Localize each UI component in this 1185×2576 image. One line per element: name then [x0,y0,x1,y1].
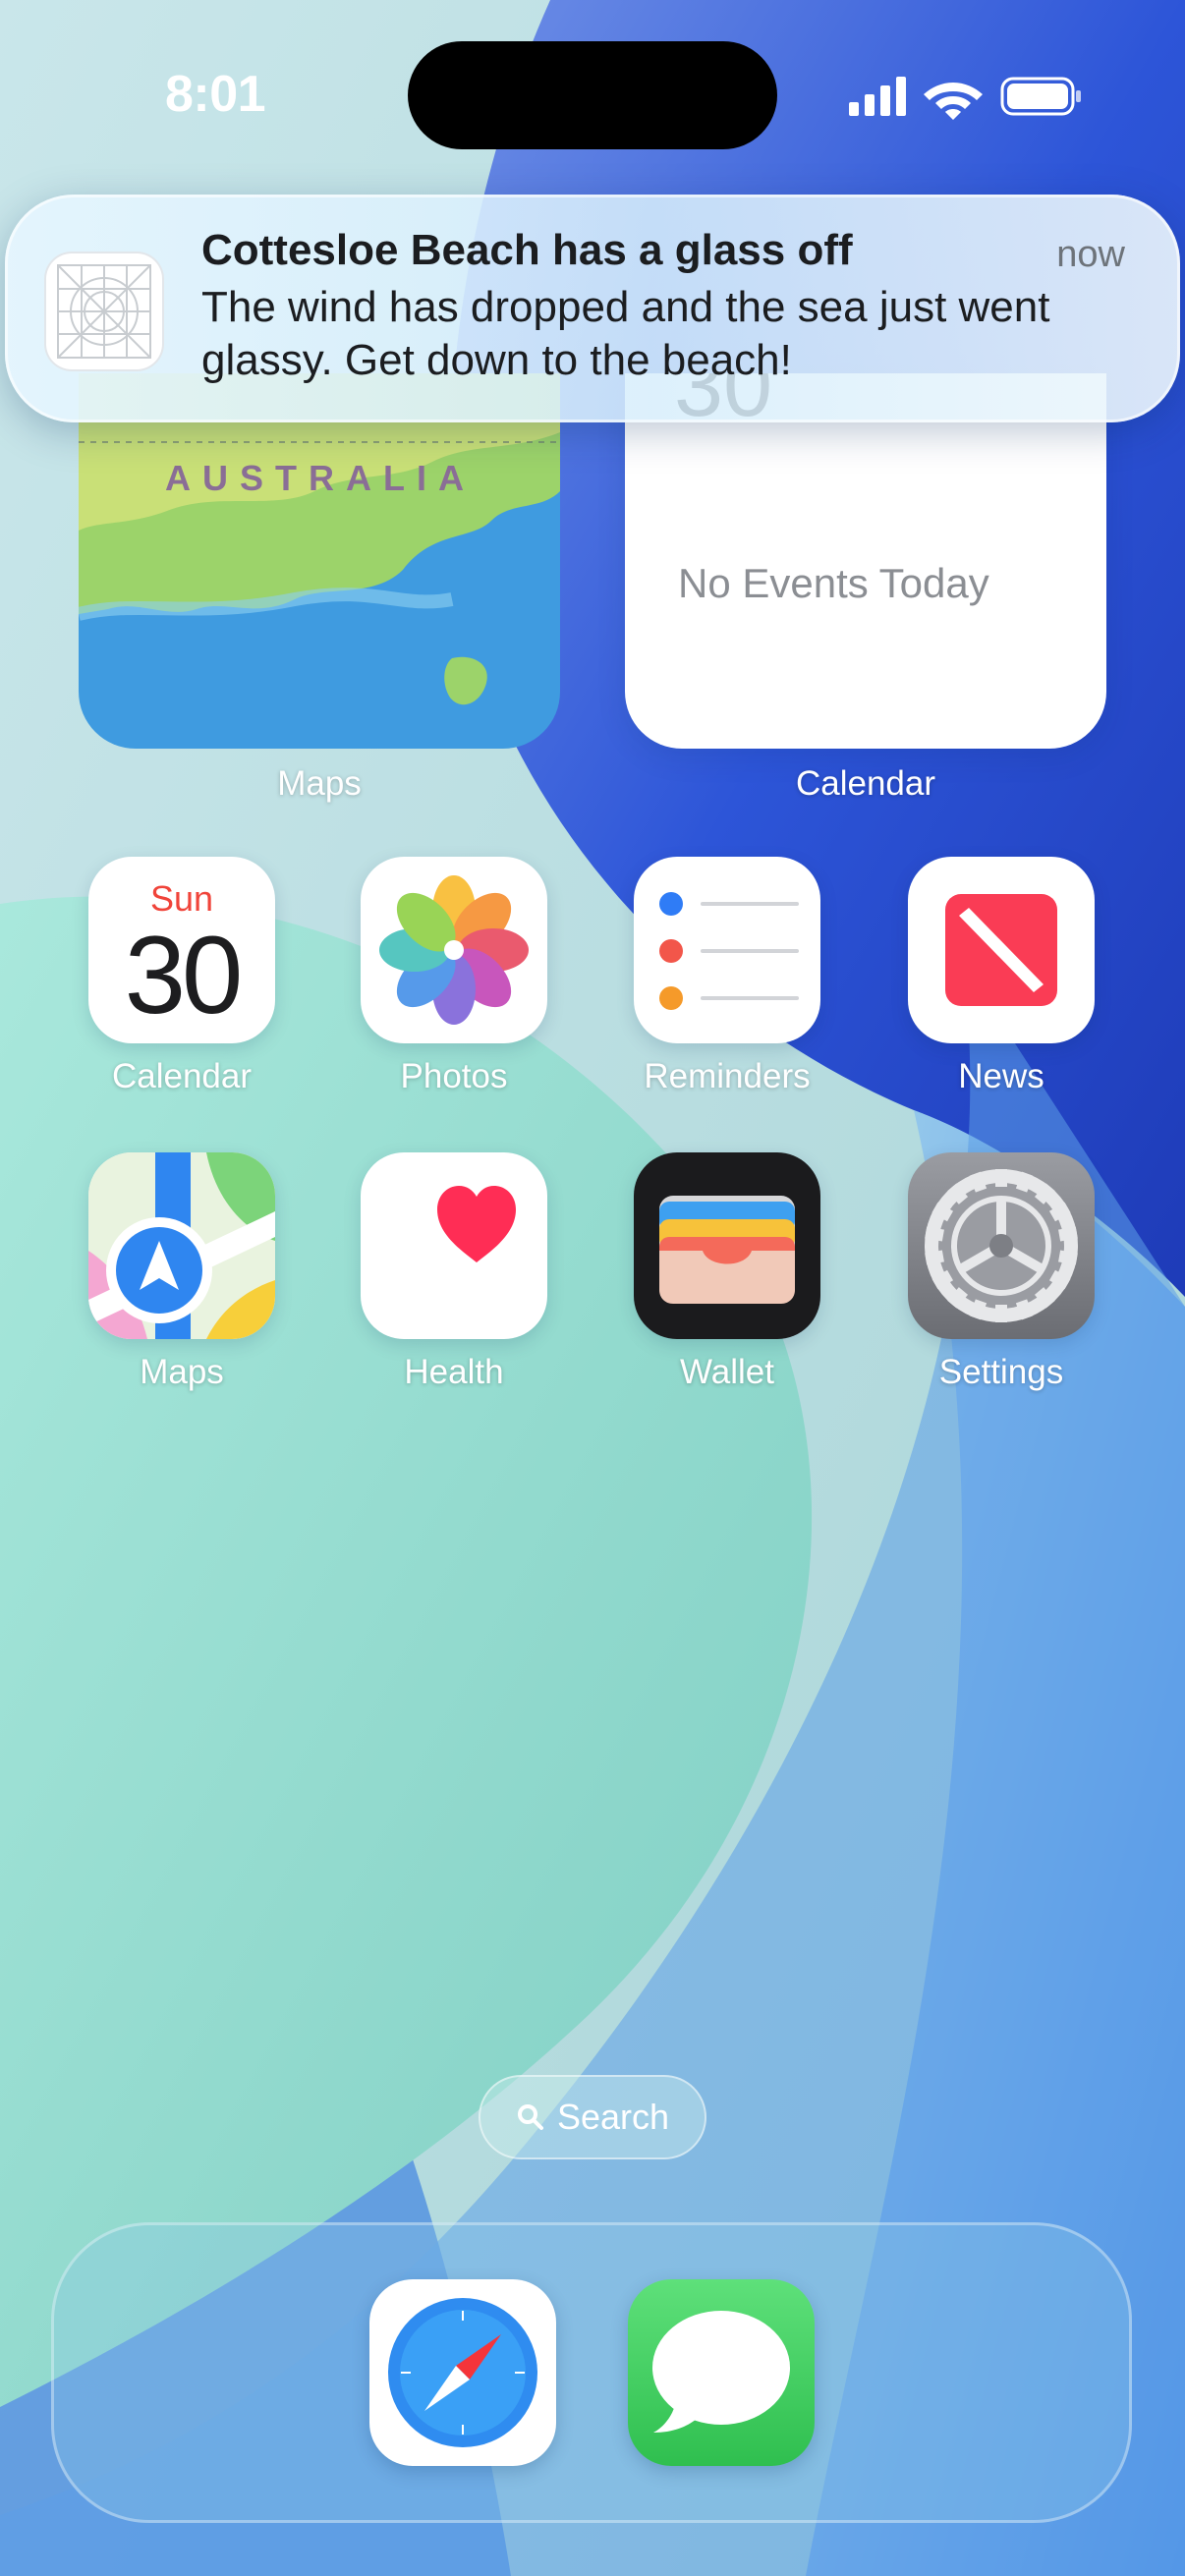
wallet-icon [634,1152,820,1339]
notification-body: The wind has dropped and the sea just we… [201,283,1050,384]
australia-map [79,373,560,749]
app-settings[interactable]: Settings [908,1152,1095,1392]
search-label: Search [556,2097,670,2137]
battery-icon [1000,77,1081,116]
app-photos[interactable]: Photos [361,857,547,1096]
calendar-widget-label: Calendar [795,764,936,803]
app-label-wallet: Wallet [680,1353,774,1391]
app-placeholder-icon [46,253,162,369]
app-label-news: News [958,1057,1044,1095]
notification-banner[interactable]: Cottesloe Beach has a glass off now The … [5,195,1180,422]
app-wallet[interactable]: Wallet [634,1152,820,1392]
map-country-label: AUSTRALIA [165,458,476,498]
status-icons [849,77,1081,120]
app-label-reminders: Reminders [644,1057,811,1095]
health-icon [361,1152,547,1339]
app-label-photos: Photos [400,1057,508,1095]
settings-gear-icon [908,1152,1095,1339]
safari-icon[interactable] [369,2279,556,2466]
app-news[interactable]: News [908,857,1095,1096]
maps-widget-label: Maps [277,764,362,803]
search-button[interactable]: Search [479,2075,706,2159]
news-icon [908,857,1095,1043]
dynamic-island [408,41,777,149]
status-time: 8:01 [165,66,266,123]
maps-widget[interactable]: AUSTRALIA [79,373,560,749]
wifi-icon [924,83,983,120]
calendar-widget[interactable]: 30 No Events Today [625,373,1106,749]
reminders-icon [634,857,820,1043]
search-icon [517,2104,543,2130]
dock [51,2222,1132,2523]
app-calendar[interactable]: Sun 30 Calendar [88,857,275,1096]
app-maps[interactable]: Maps [88,1152,275,1392]
app-label-settings: Settings [938,1353,1064,1391]
app-label-calendar: Calendar [111,1057,253,1095]
app-reminders[interactable]: Reminders [634,857,820,1096]
maps-icon [88,1152,275,1339]
notification-time: now [1056,234,1125,275]
calendar-icon-date: 30 [124,914,244,1036]
cellular-signal-icon [849,77,906,116]
app-label-maps: Maps [140,1353,224,1391]
photos-icon [361,857,547,1043]
calendar-no-events-text: No Events Today [678,560,989,606]
messages-icon[interactable] [628,2279,815,2466]
app-health[interactable]: Health [361,1152,547,1392]
calendar-icon: Sun 30 [88,857,275,1043]
app-label-health: Health [404,1353,504,1391]
notification-title: Cottesloe Beach has a glass off [201,226,853,274]
